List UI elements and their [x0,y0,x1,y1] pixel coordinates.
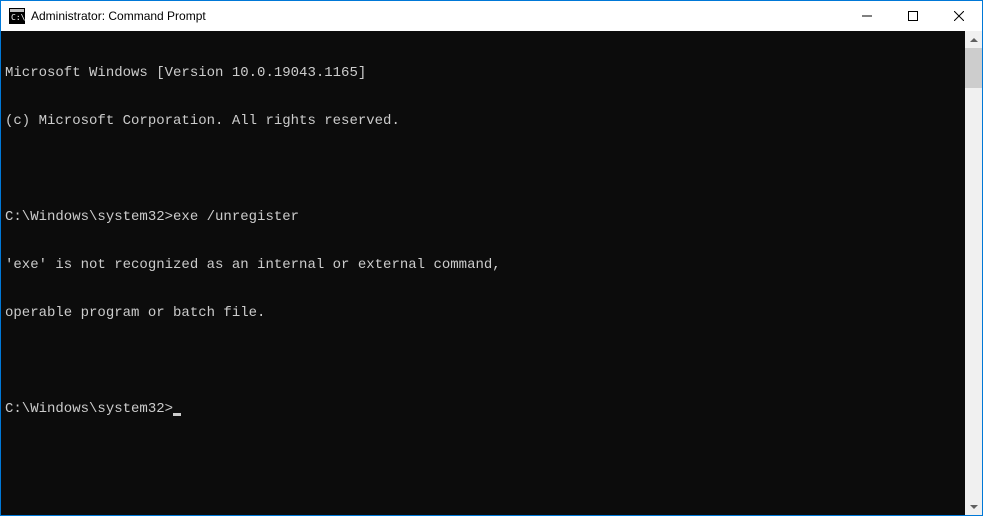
client-area: Microsoft Windows [Version 10.0.19043.11… [1,31,982,515]
output-line [5,353,961,369]
close-button[interactable] [936,1,982,31]
scrollbar-track[interactable] [965,48,982,498]
output-line: 'exe' is not recognized as an internal o… [5,257,961,273]
minimize-button[interactable] [844,1,890,31]
output-line [5,161,961,177]
output-line: (c) Microsoft Corporation. All rights re… [5,113,961,129]
title-bar[interactable]: C:\ Administrator: Command Prompt [1,1,982,31]
prompt-text: C:\Windows\system32> [5,401,173,417]
svg-text:C:\: C:\ [11,13,25,22]
cmd-icon: C:\ [9,8,25,24]
cursor [173,413,181,416]
window-controls [844,1,982,31]
scroll-down-button[interactable] [965,498,982,515]
window-title: Administrator: Command Prompt [31,9,844,23]
maximize-button[interactable] [890,1,936,31]
command-prompt-window: C:\ Administrator: Command Prompt Micros… [0,0,983,516]
vertical-scrollbar[interactable] [965,31,982,515]
output-line: C:\Windows\system32>exe /unregister [5,209,961,225]
terminal-output[interactable]: Microsoft Windows [Version 10.0.19043.11… [1,31,965,515]
output-line: Microsoft Windows [Version 10.0.19043.11… [5,65,961,81]
scroll-up-button[interactable] [965,31,982,48]
current-prompt-line: C:\Windows\system32> [5,401,961,417]
output-line: operable program or batch file. [5,305,961,321]
scrollbar-thumb[interactable] [965,48,982,88]
